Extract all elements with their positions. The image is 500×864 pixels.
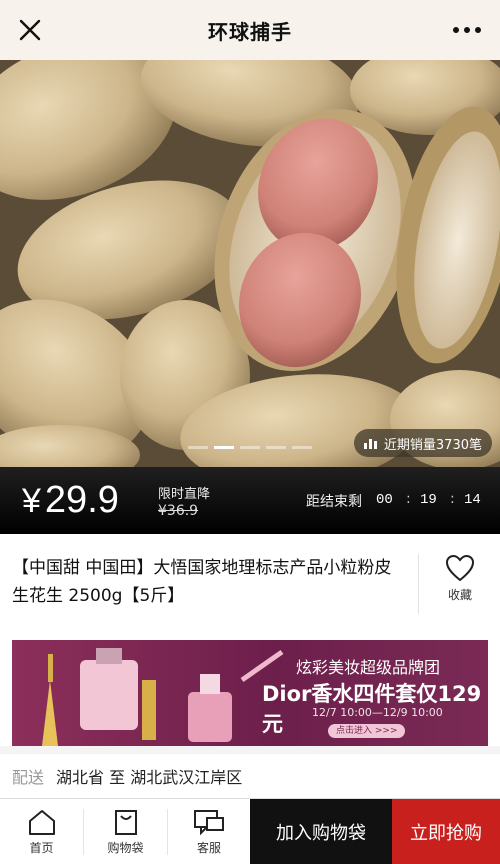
current-price: ¥29.9: [22, 477, 119, 524]
original-price: ¥36.9: [158, 503, 199, 519]
more-icon[interactable]: [450, 16, 484, 44]
promo-banner[interactable]: 炫彩美妆超级品牌团 Dior香水四件套仅129元 12/7 10:00—12/9…: [12, 640, 488, 746]
countdown-label: 距结束剩: [306, 494, 362, 510]
delivery-row[interactable]: 配送 湖北省 至 湖北武汉江岸区: [0, 754, 500, 798]
price-bar: ¥29.9 限时直降 ¥36.9 距结束剩 00 : 19 : 14: [0, 467, 500, 534]
favorite-button[interactable]: 收藏: [420, 554, 500, 603]
tab-shopping-bag-label: 购物袋: [107, 841, 144, 855]
price-value: 29.9: [44, 479, 119, 521]
carousel-indicator: [188, 446, 312, 449]
section-divider: [0, 746, 500, 754]
banner-headline: 炫彩美妆超级品牌团: [296, 658, 441, 677]
product-title: 【中国甜 中国田】大悟国家地理标志产品小粒粉皮生花生 2500g【5斤】: [12, 558, 392, 606]
close-icon[interactable]: [14, 14, 46, 46]
bottom-action-bar: 首页 购物袋 客服 加入购物袋 立即抢购: [0, 798, 500, 864]
carousel-dot-active[interactable]: [214, 446, 234, 449]
tab-home[interactable]: 首页: [0, 799, 83, 864]
tab-home-label: 首页: [29, 841, 54, 855]
countdown-minutes: 19: [420, 492, 437, 508]
shopping-bag-icon: [114, 810, 137, 835]
home-icon: [28, 810, 55, 835]
delivery-destination: 湖北省 至 湖北武汉江岸区: [56, 768, 243, 787]
peanut-photo: [0, 60, 500, 467]
carousel-dot[interactable]: [292, 446, 312, 449]
tab-shopping-bag[interactable]: 购物袋: [84, 799, 167, 864]
divider: [418, 554, 419, 614]
product-image-carousel[interactable]: 近期销量3730笔: [0, 60, 500, 467]
countdown-separator: :: [450, 491, 455, 507]
promo-label: 限时直降: [158, 487, 211, 502]
delivery-label: 配送: [12, 768, 45, 787]
countdown-hours: 00: [376, 492, 393, 508]
currency-symbol: ¥: [22, 482, 41, 520]
countdown-separator: :: [406, 491, 411, 507]
chat-icon: [194, 810, 224, 836]
top-nav-bar: 环球捕手: [0, 0, 500, 60]
buy-now-button[interactable]: 立即抢购: [392, 799, 500, 864]
countdown-seconds: 14: [464, 492, 481, 508]
page-title: 环球捕手: [208, 19, 292, 44]
product-info: 【中国甜 中国田】大悟国家地理标志产品小粒粉皮生花生 2500g【5斤】 收藏: [0, 534, 500, 636]
tab-customer-service[interactable]: 客服: [168, 799, 250, 864]
favorite-label: 收藏: [447, 588, 472, 602]
add-to-cart-button[interactable]: 加入购物袋: [250, 799, 392, 864]
carousel-dot[interactable]: [266, 446, 286, 449]
bar-chart-icon: [363, 439, 377, 449]
tab-customer-service-label: 客服: [196, 841, 221, 855]
banner-dates: 12/7 10:00—12/9 10:00: [312, 706, 443, 719]
heart-icon: [445, 554, 475, 582]
carousel-dot[interactable]: [240, 446, 260, 449]
sales-count: 近期销量3730笔: [383, 437, 482, 453]
sales-badge: 近期销量3730笔: [353, 429, 492, 457]
banner-enter-button[interactable]: 点击进入 >>>: [328, 724, 406, 738]
carousel-dot[interactable]: [188, 446, 208, 449]
